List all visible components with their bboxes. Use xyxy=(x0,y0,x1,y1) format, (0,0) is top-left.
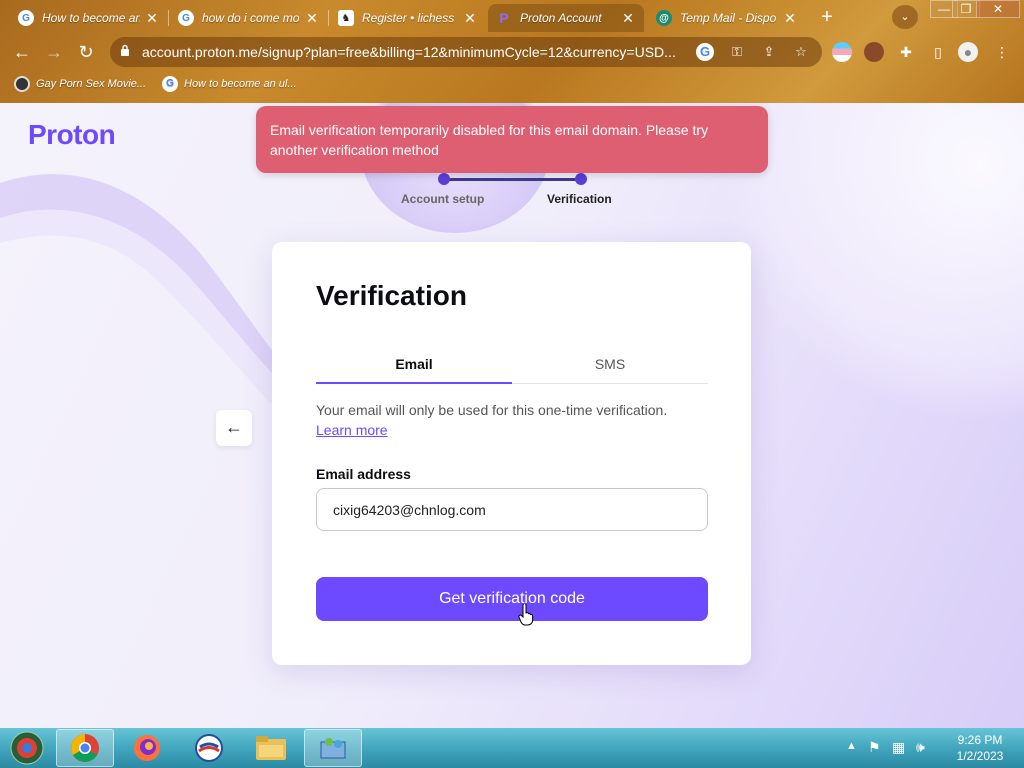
folder-icon xyxy=(256,736,286,760)
bookmarks-bar: Gay Porn Sex Movie... G How to become an… xyxy=(0,70,1024,100)
taskbar-app-circle[interactable] xyxy=(180,729,238,767)
arrow-left-icon: ← xyxy=(225,417,243,437)
tab-email[interactable]: Email xyxy=(316,356,512,372)
get-verification-code-button[interactable]: Get verification code xyxy=(316,577,708,621)
lock-icon xyxy=(121,44,129,56)
proton-signup-page: Proton Account setup Verification Email … xyxy=(0,103,1024,728)
windows-taskbar: ▲ ⚑ ▦ 🕪 9:26 PM 1/2/2023 xyxy=(0,728,1024,768)
verification-card: Verification Email SMS Your email will o… xyxy=(272,242,751,665)
verification-method-tabs: Email SMS xyxy=(316,352,708,384)
tab-title: Register • lichess xyxy=(362,11,455,25)
hand-cursor-icon xyxy=(518,604,534,626)
lichess-icon: ♞ xyxy=(338,10,354,26)
key-icon[interactable]: ⚿ xyxy=(728,43,746,61)
step-label-verification: Verification xyxy=(547,192,612,206)
chrome-icon xyxy=(71,734,99,762)
tab-title: how do i come mod xyxy=(202,11,300,25)
tab-sms[interactable]: SMS xyxy=(512,356,708,372)
taskbar-chrome[interactable] xyxy=(56,729,114,767)
clock-date: 1/2/2023 xyxy=(956,749,1004,763)
error-notification[interactable]: Email verification temporarily disabled … xyxy=(256,106,768,173)
tab-separator xyxy=(328,10,329,26)
step-dot-account-setup xyxy=(438,173,450,185)
volume-icon[interactable]: 🕪 xyxy=(916,739,925,768)
tab-title: Proton Account xyxy=(520,11,602,25)
taskbar-file-explorer[interactable] xyxy=(242,729,300,767)
tab-title: How to become an xyxy=(42,11,140,25)
windows-start-icon xyxy=(10,731,44,765)
tab-separator xyxy=(168,10,169,26)
helper-description: Your email will only be used for this on… xyxy=(316,402,668,418)
extension-avatar-icon[interactable] xyxy=(864,42,884,62)
share-icon[interactable]: ⇪ xyxy=(760,43,778,61)
close-window-button[interactable]: ✕ xyxy=(976,0,1020,18)
taskbar-app-users[interactable] xyxy=(304,729,362,767)
helper-text: Your email will only be used for this on… xyxy=(316,400,716,440)
bookmark-star-icon[interactable]: ☆ xyxy=(792,43,810,61)
back-button[interactable]: ← xyxy=(216,410,252,446)
tab-search-button[interactable]: ⌄ xyxy=(892,5,918,29)
taskbar-firefox[interactable] xyxy=(118,729,176,767)
show-hidden-icons[interactable]: ▲ xyxy=(846,740,857,768)
close-icon[interactable]: ✕ xyxy=(144,10,160,27)
active-tab-indicator xyxy=(316,382,512,384)
url-text: account.proton.me/signup?plan=free&billi… xyxy=(142,44,676,60)
profile-icon[interactable]: ● xyxy=(958,42,978,62)
bookmark-label: How to become an ul... xyxy=(184,78,297,90)
step-dot-verification xyxy=(575,173,587,185)
close-icon[interactable]: ✕ xyxy=(782,10,798,27)
action-center-flag-icon[interactable]: ⚑ xyxy=(868,739,881,768)
back-arrow-icon[interactable]: ← xyxy=(10,40,34,64)
clock-time: 9:26 PM xyxy=(957,733,1003,747)
page-title: Verification xyxy=(316,280,467,311)
proton-logo[interactable]: Proton xyxy=(28,119,116,151)
reload-icon[interactable]: ↻ xyxy=(74,40,98,64)
proton-icon: P xyxy=(499,10,509,26)
start-button[interactable] xyxy=(0,729,54,767)
network-icon[interactable]: ▦ xyxy=(892,739,905,768)
google-icon: G xyxy=(178,10,194,26)
tab-title: Temp Mail - Dispo xyxy=(680,11,777,25)
bookmark-label: Gay Porn Sex Movie... xyxy=(36,78,147,90)
step-connector xyxy=(444,178,580,181)
progress-steps: Account setup Verification xyxy=(380,173,640,213)
menu-kebab-icon[interactable]: ⋮ xyxy=(992,42,1012,62)
bookmark-item[interactable]: Gay Porn Sex Movie... xyxy=(14,76,146,92)
new-tab-button[interactable]: + xyxy=(814,6,840,30)
close-icon[interactable]: ✕ xyxy=(304,10,320,27)
google-lens-icon[interactable]: G xyxy=(696,43,714,61)
tab-strip: G How to become an ✕ G how do i come mod… xyxy=(0,0,1024,34)
extension-flag-icon[interactable] xyxy=(832,42,852,62)
tab-how-to-become[interactable]: G How to become an ✕ xyxy=(10,4,168,32)
users-app-icon xyxy=(320,738,346,759)
step-label-account-setup: Account setup xyxy=(401,192,485,206)
tab-temp-mail[interactable]: @ Temp Mail - Dispo ✕ xyxy=(648,4,806,32)
firefox-icon xyxy=(134,735,160,761)
google-icon: G xyxy=(18,10,34,26)
email-field-label: Email address xyxy=(316,466,411,482)
tab-proton-account[interactable]: P Proton Account ✕ xyxy=(488,4,644,32)
learn-more-link[interactable]: Learn more xyxy=(316,420,716,440)
tab-how-do-i-come[interactable]: G how do i come mod ✕ xyxy=(170,4,328,32)
extensions-puzzle-icon[interactable]: ✚ xyxy=(896,42,916,62)
forward-arrow-icon[interactable]: → xyxy=(42,40,66,64)
system-clock[interactable]: 9:26 PM 1/2/2023 xyxy=(946,732,1014,764)
error-message: Email verification temporarily disabled … xyxy=(270,122,709,158)
browser-toolbar: ← → ↻ account.proton.me/signup?plan=free… xyxy=(0,34,1024,70)
bookmark-site-icon xyxy=(14,76,30,92)
tab-lichess[interactable]: ♞ Register • lichess ✕ xyxy=(330,4,486,32)
tempmail-icon: @ xyxy=(656,10,672,26)
app-circle-icon xyxy=(195,734,223,762)
browser-chrome: G How to become an ✕ G how do i come mod… xyxy=(0,0,1024,103)
email-field[interactable] xyxy=(316,488,708,531)
close-icon[interactable]: ✕ xyxy=(620,10,636,27)
bookmark-item[interactable]: G How to become an ul... xyxy=(162,76,297,92)
google-icon: G xyxy=(162,76,178,92)
close-icon[interactable]: ✕ xyxy=(462,10,478,27)
address-bar[interactable]: account.proton.me/signup?plan=free&billi… xyxy=(110,37,822,67)
side-panel-icon[interactable]: ▯ xyxy=(928,42,948,62)
